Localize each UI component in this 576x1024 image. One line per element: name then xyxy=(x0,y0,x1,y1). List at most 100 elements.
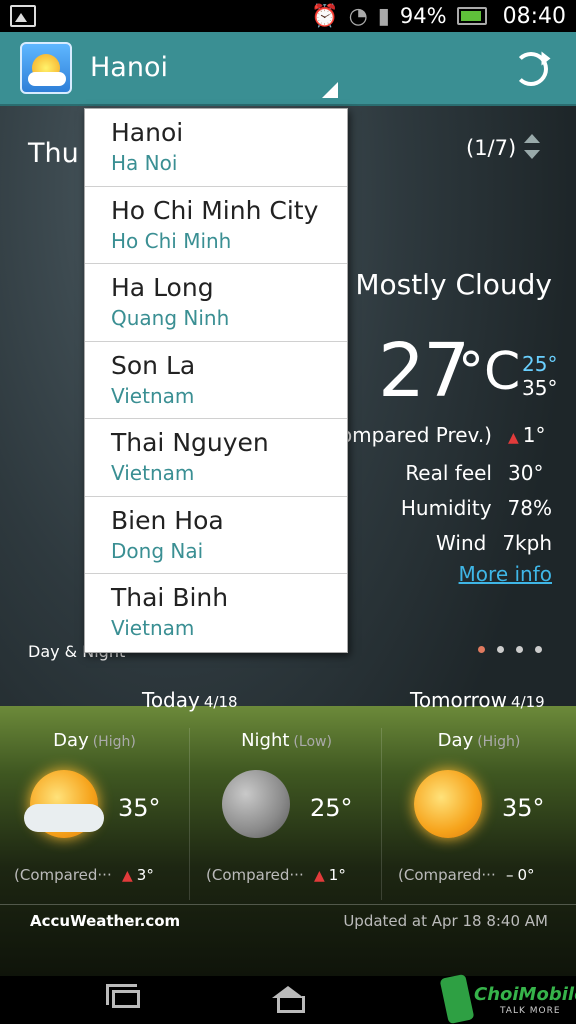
today-date: 4/18 xyxy=(203,693,238,711)
dropdown-city: Son La xyxy=(111,350,196,380)
period-label: Night (Low) xyxy=(192,730,381,751)
period-kind: (Low) xyxy=(293,734,332,750)
detail-value: ▲ 1° xyxy=(508,418,552,456)
detail-row: Wind 7kph xyxy=(340,526,552,561)
compare-value: ▲ 3° xyxy=(122,866,154,884)
up-arrow-icon: ▲ xyxy=(314,868,325,884)
detail-value: 78% xyxy=(507,496,552,520)
delta-text: 0° xyxy=(517,866,535,884)
up-arrow-icon: ▲ xyxy=(122,868,133,884)
period-kind: (High) xyxy=(92,734,136,750)
dropdown-item[interactable]: Bien Hoa Dong Nai xyxy=(85,497,347,574)
dash-icon: – xyxy=(506,866,514,884)
page-dot[interactable] xyxy=(516,646,523,653)
compare-text: (Compared··· xyxy=(206,866,304,884)
footer-divider xyxy=(0,904,576,905)
app-bar: Hanoi xyxy=(0,32,576,106)
status-bar: ⏰ ◔ ▮ 94% 08:40 xyxy=(0,0,576,32)
app-logo-icon xyxy=(20,42,72,94)
today-header: Today 4/18 xyxy=(142,688,238,712)
dropdown-region: Ho Chi Minh xyxy=(111,228,232,253)
watermark-text: ChoiMobile xyxy=(474,984,576,1005)
compare-value: –0° xyxy=(506,866,535,884)
wifi-icon: ◔ xyxy=(348,3,368,29)
current-temperature: 27 xyxy=(378,328,470,414)
forecast-temp: 35° xyxy=(502,794,545,822)
dropdown-city: Hanoi xyxy=(111,118,184,147)
temperature-value: 27 xyxy=(378,328,470,414)
dropdown-item[interactable]: Ha Long Quang Ninh xyxy=(85,264,347,342)
tomorrow-date: 4/19 xyxy=(511,693,545,711)
status-icons: ⏰ ◔ ▮ 94% 08:40 xyxy=(311,0,566,32)
dropdown-item[interactable]: Hanoi Ha Noi xyxy=(85,109,347,187)
compare-text: (Compared··· xyxy=(14,866,112,884)
forecast-temp: 35° xyxy=(118,794,161,822)
dropdown-region: Dong Nai xyxy=(111,538,204,563)
period-text: Day xyxy=(53,730,89,751)
page-dot[interactable] xyxy=(535,646,542,653)
detail-row: Humidity 78% xyxy=(340,491,552,526)
delta-text: 1° xyxy=(328,866,346,884)
moon-icon xyxy=(222,770,290,838)
signal-icon: ▮ xyxy=(377,3,390,29)
page-switch-arrows[interactable] xyxy=(524,134,542,164)
forecast-today-night[interactable]: Night (Low) 25° (Compared··· ▲ 1° xyxy=(192,728,382,900)
tomorrow-label: Tomorrow xyxy=(410,688,508,712)
arrow-up-icon[interactable] xyxy=(524,134,540,143)
dropdown-city: Thai Nguyen xyxy=(111,428,269,457)
dropdown-item[interactable]: Son La Vietnam xyxy=(85,342,347,419)
dropdown-city: Ha Long xyxy=(111,273,214,302)
delta-text: 3° xyxy=(136,866,154,884)
dropdown-region: Vietnam xyxy=(111,616,195,640)
city-dropdown[interactable]: Hanoi Ha Noi Ho Chi Minh City Ho Chi Min… xyxy=(84,108,348,653)
more-info-link[interactable]: More info xyxy=(459,562,552,586)
dropdown-region: Quang Ninh xyxy=(111,306,230,330)
period-kind: (High) xyxy=(477,734,521,750)
high-temp: 35° xyxy=(522,376,558,400)
today-label: Today xyxy=(142,688,200,712)
dropdown-arrow-icon[interactable] xyxy=(322,82,338,98)
accuweather-logo[interactable]: AccuWeather.com xyxy=(30,912,180,930)
forecast-temp: 25° xyxy=(310,794,353,822)
condition-text: Mostly Cloudy xyxy=(355,268,552,301)
detail-value: 7kph xyxy=(502,531,552,555)
detail-label: ompared Prev.) xyxy=(339,423,492,447)
period-text: Day xyxy=(437,730,474,751)
forecast-tomorrow-day[interactable]: Day (High) 35° (Compared··· –0° xyxy=(384,728,574,900)
page-indicator: (1/7) xyxy=(466,136,517,160)
temperature-unit: °C xyxy=(458,342,521,402)
recent-apps-icon[interactable] xyxy=(106,984,140,1008)
partly-sunny-icon xyxy=(24,770,104,838)
detail-label: Humidity xyxy=(400,496,492,520)
page-dots[interactable] xyxy=(478,646,542,653)
watermark-logo: ChoiMobile TALK MORE xyxy=(439,973,576,1024)
home-icon[interactable] xyxy=(272,986,305,1013)
detail-label: Wind xyxy=(436,531,487,555)
updated-text: Updated at Apr 18 8:40 AM xyxy=(343,912,548,930)
refresh-icon[interactable] xyxy=(514,52,548,86)
dropdown-item[interactable]: Ho Chi Minh City Ho Chi Minh xyxy=(85,187,347,264)
dropdown-item[interactable]: Thai Binh Vietnam xyxy=(85,574,347,652)
forecast-today-day[interactable]: Day (High) 35° (Compared··· ▲ 3° xyxy=(0,728,190,900)
page-dot[interactable] xyxy=(497,646,504,653)
dropdown-item[interactable]: Thai Nguyen Vietnam xyxy=(85,419,347,497)
period-label: Day (High) xyxy=(384,730,574,751)
detail-label: Real feel xyxy=(405,461,492,485)
gallery-icon xyxy=(10,5,36,27)
compare-text: (Compared··· xyxy=(398,866,496,884)
battery-icon xyxy=(456,7,487,25)
dropdown-region: Ha Noi xyxy=(111,151,178,175)
dropdown-city: Ho Chi Minh City xyxy=(111,195,319,225)
period-label: Day (High) xyxy=(0,730,189,751)
day-label: Thu xyxy=(28,138,79,169)
dropdown-city: Thai Binh xyxy=(111,583,229,612)
up-arrow-icon: ▲ xyxy=(508,430,519,446)
sunny-icon xyxy=(414,770,482,838)
city-selector[interactable]: Hanoi xyxy=(90,52,168,83)
detail-value: 30° xyxy=(508,461,544,485)
page-dot[interactable] xyxy=(478,646,485,653)
detail-value-text: 1° xyxy=(522,423,546,447)
compare-value: ▲ 1° xyxy=(314,866,346,884)
arrow-down-icon[interactable] xyxy=(524,150,540,159)
detail-row: ompared Prev.) ▲ 1° xyxy=(340,418,552,456)
